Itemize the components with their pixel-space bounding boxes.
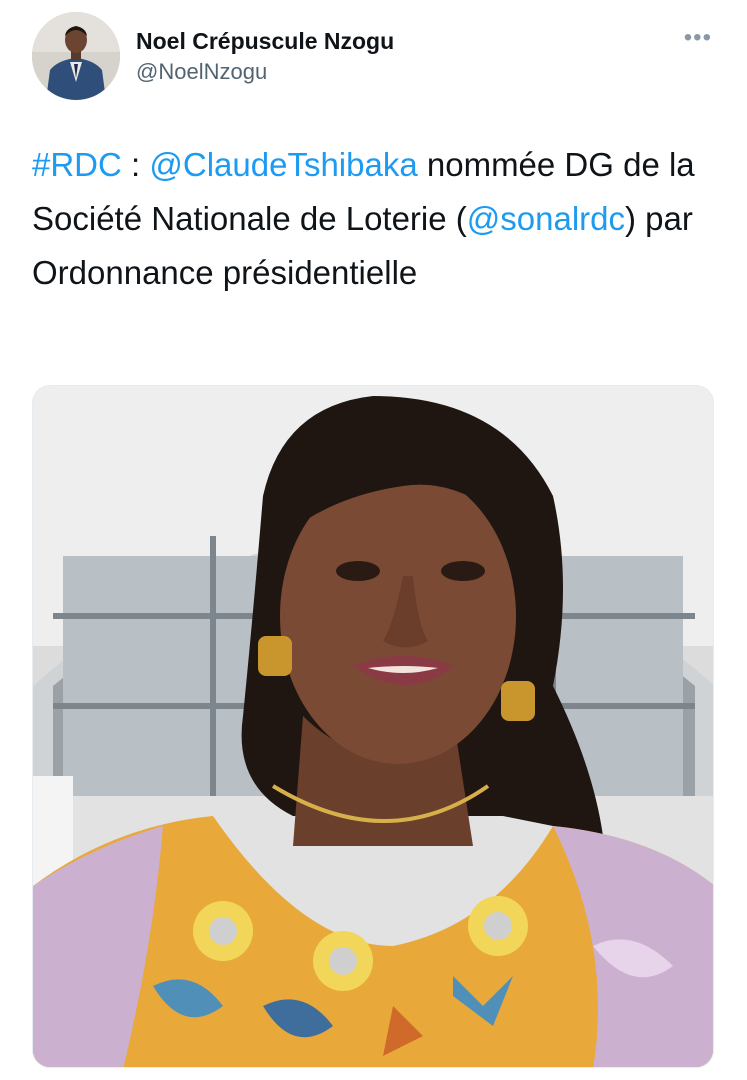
- woman-portrait-photo: [33, 386, 713, 1067]
- avatar-image: [32, 12, 120, 100]
- author-handle[interactable]: @NoelNzogu: [136, 60, 394, 84]
- mention-link-sonalrdc[interactable]: @sonalrdc: [467, 200, 625, 237]
- tweet-text: #RDC : @ClaudeTshibaka nommée DG de la S…: [32, 138, 712, 300]
- tweet[interactable]: Noel Crépuscule Nzogu @NoelNzogu ••• #RD…: [0, 0, 747, 1080]
- tweet-text-separator: :: [121, 146, 150, 183]
- tweet-media-photo[interactable]: [32, 385, 714, 1068]
- hashtag-link[interactable]: #RDC: [32, 146, 122, 183]
- tweet-header: Noel Crépuscule Nzogu @NoelNzogu •••: [32, 12, 722, 102]
- author-avatar[interactable]: [32, 12, 120, 100]
- mention-link-claude[interactable]: @ClaudeTshibaka: [149, 146, 417, 183]
- author-display-name[interactable]: Noel Crépuscule Nzogu: [136, 28, 394, 54]
- ellipsis-icon[interactable]: •••: [684, 26, 712, 50]
- author-names: Noel Crépuscule Nzogu @NoelNzogu: [136, 28, 394, 84]
